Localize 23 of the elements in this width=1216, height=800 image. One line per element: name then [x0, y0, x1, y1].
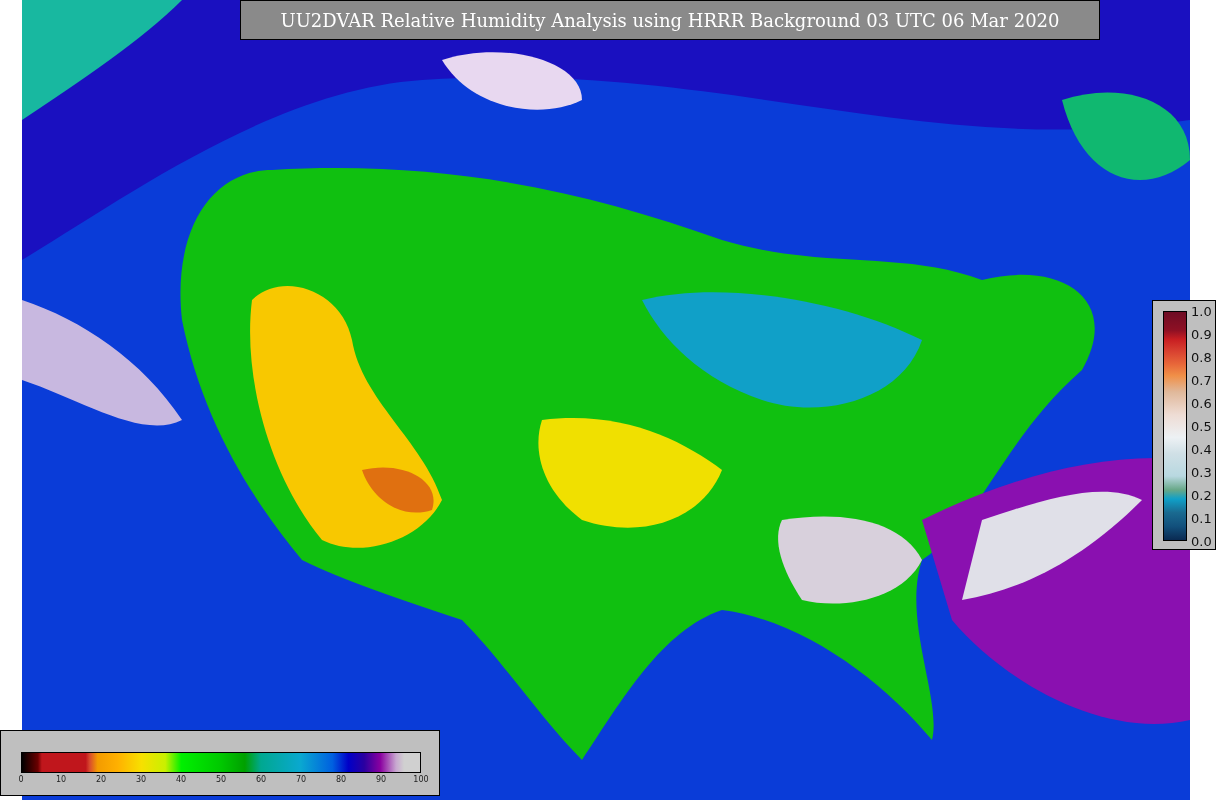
tick-label: 90	[375, 776, 387, 784]
tick-label: 10	[55, 776, 67, 784]
tick-label: 0.5	[1191, 419, 1212, 433]
tick-label: 0.1	[1191, 511, 1212, 525]
tick-label: 80	[335, 776, 347, 784]
tick-label: 100	[413, 776, 429, 784]
tick-label: 0.9	[1191, 327, 1212, 341]
tick-label: 30	[135, 776, 147, 784]
map-title: UU2DVAR Relative Humidity Analysis using HRRR Background 03 UTC 06 Mar 2020	[240, 0, 1100, 40]
tick-label: 0.3	[1191, 465, 1212, 479]
tick-label: 0.8	[1191, 350, 1212, 364]
tick-label: 0.2	[1191, 488, 1212, 502]
tick-label: 40	[175, 776, 187, 784]
tick-label: 20	[95, 776, 107, 784]
tick-label: 0.0	[1191, 534, 1212, 548]
tick-label: 50	[215, 776, 227, 784]
tick-label: 0	[18, 776, 24, 784]
tick-label: 0.7	[1191, 373, 1212, 387]
tick-label: 1.0	[1191, 304, 1212, 318]
tick-label: 60	[255, 776, 267, 784]
tick-label: 70	[295, 776, 307, 784]
tick-label: 0.6	[1191, 396, 1212, 410]
tick-label: 0.4	[1191, 442, 1212, 456]
